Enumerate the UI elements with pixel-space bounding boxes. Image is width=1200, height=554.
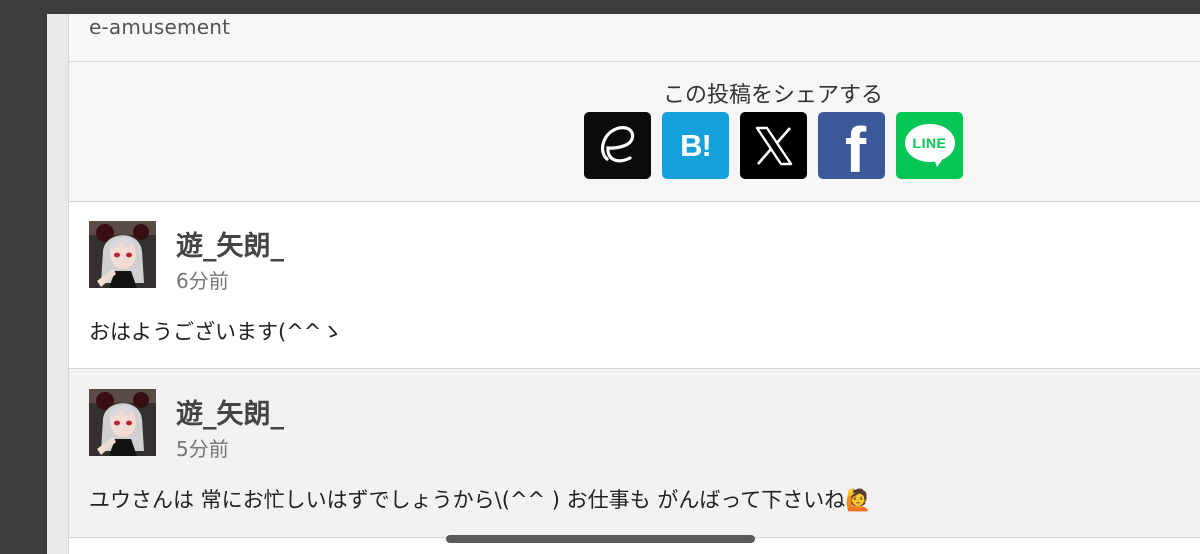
share-x-button[interactable] [740,112,807,179]
home-indicator[interactable] [446,535,755,543]
top-bezel [0,0,1200,14]
comment-text: ユウさんは 常にお忙しいはずでしょうから\(^^ ) お仕事も がんばって下さい… [89,488,872,512]
share-facebook-button[interactable]: f [818,112,885,186]
timestamp: 6分前 [176,269,229,293]
avatar[interactable] [89,221,156,288]
source-label: e-amusement [89,15,231,39]
username[interactable]: 遊_矢朗_ [176,224,284,263]
x-icon [755,126,792,165]
left-gutter [47,14,68,554]
content-panel: e-amusement この投稿をシェアする B! f LINE 遊_矢朗_ 6… [68,14,1200,554]
share-line-button[interactable]: LINE [896,112,963,179]
timestamp: 5分前 [176,437,229,461]
line-icon: LINE [904,123,955,168]
left-bezel [0,14,47,554]
facebook-icon: f [844,114,867,186]
source-row: e-amusement [69,14,1200,62]
share-hatena-bookmark-button[interactable]: B! [662,112,729,179]
line-icon-text: LINE [912,134,947,151]
e-amusement-icon [600,125,634,162]
comment-item: 遊_矢朗_ 5分前 ユウさんは 常にお忙しいはずでしょうから\(^^ ) お仕事… [69,370,1200,538]
comment-item: 遊_矢朗_ 6分前 おはようございます(^^ゝ [69,202,1200,369]
share-buttons: B! f LINE [584,112,963,186]
share-e-amusement-button[interactable] [584,112,651,179]
avatar[interactable] [89,389,156,456]
username[interactable]: 遊_矢朗_ [176,392,284,431]
share-title: この投稿をシェアする [662,83,883,108]
share-section: この投稿をシェアする B! f LINE [69,62,1200,202]
hatena-bookmark-icon: B! [680,127,712,163]
comment-text: おはようございます(^^ゝ [89,320,343,344]
